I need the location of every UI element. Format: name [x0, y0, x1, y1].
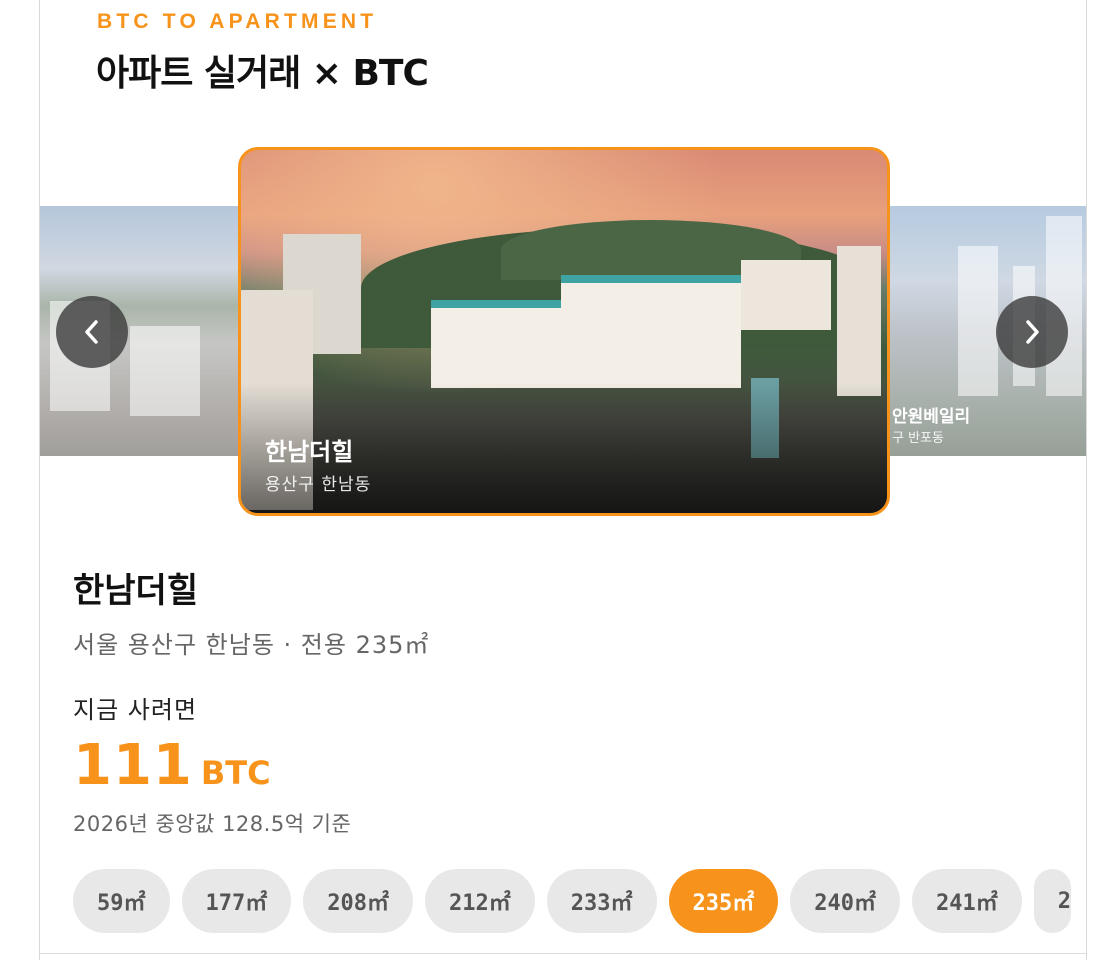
- carousel-next-button[interactable]: [996, 296, 1068, 368]
- size-chip[interactable]: 177㎡: [181, 869, 292, 933]
- size-chip[interactable]: 235㎡: [668, 869, 779, 933]
- price-basis: 2026년 중앙값 128.5억 기준: [73, 812, 352, 836]
- page-title: 아파트 실거래 × BTC: [96, 53, 429, 94]
- section-eyebrow: BTC TO APARTMENT: [97, 10, 378, 33]
- buy-now-label: 지금 사려면: [73, 696, 198, 724]
- size-chip[interactable]: 212㎡: [425, 869, 535, 933]
- size-selector: 59㎡ 177㎡ 208㎡ 212㎡ 233㎡ 235㎡ 240㎡ 241㎡ 2: [73, 869, 1071, 933]
- apartment-meta: 서울 용산구 한남동 · 전용 235㎡: [73, 631, 430, 659]
- chevron-left-icon: [85, 320, 98, 344]
- divider: [40, 953, 1086, 954]
- size-chip[interactable]: 2: [1033, 869, 1071, 933]
- size-chip[interactable]: 59㎡: [73, 869, 170, 933]
- next-card-name: 안원베일리: [892, 407, 971, 427]
- apartment-name: 한남더힐: [73, 571, 199, 611]
- size-chip[interactable]: 233㎡: [546, 869, 657, 933]
- btc-price-value: 111: [73, 733, 193, 798]
- chevron-right-icon: [1026, 320, 1039, 344]
- carousel-card-current[interactable]: 한남더힐 용산구 한남동: [238, 147, 890, 516]
- size-chip[interactable]: 240㎡: [790, 869, 900, 933]
- current-card-name: 한남더힐: [265, 438, 354, 466]
- next-card-area: 구 반포동: [892, 431, 944, 446]
- app-frame: BTC TO APARTMENT 아파트 실거래 × BTC 안원베일리 구 반…: [39, 0, 1087, 960]
- btc-price-unit: BTC: [200, 754, 271, 792]
- btc-price: 111 BTC: [73, 733, 271, 798]
- size-chip[interactable]: 241㎡: [912, 869, 1022, 933]
- current-card-area: 용산구 한남동: [265, 475, 372, 495]
- carousel-prev-button[interactable]: [56, 296, 128, 368]
- size-chip[interactable]: 208㎡: [303, 869, 413, 933]
